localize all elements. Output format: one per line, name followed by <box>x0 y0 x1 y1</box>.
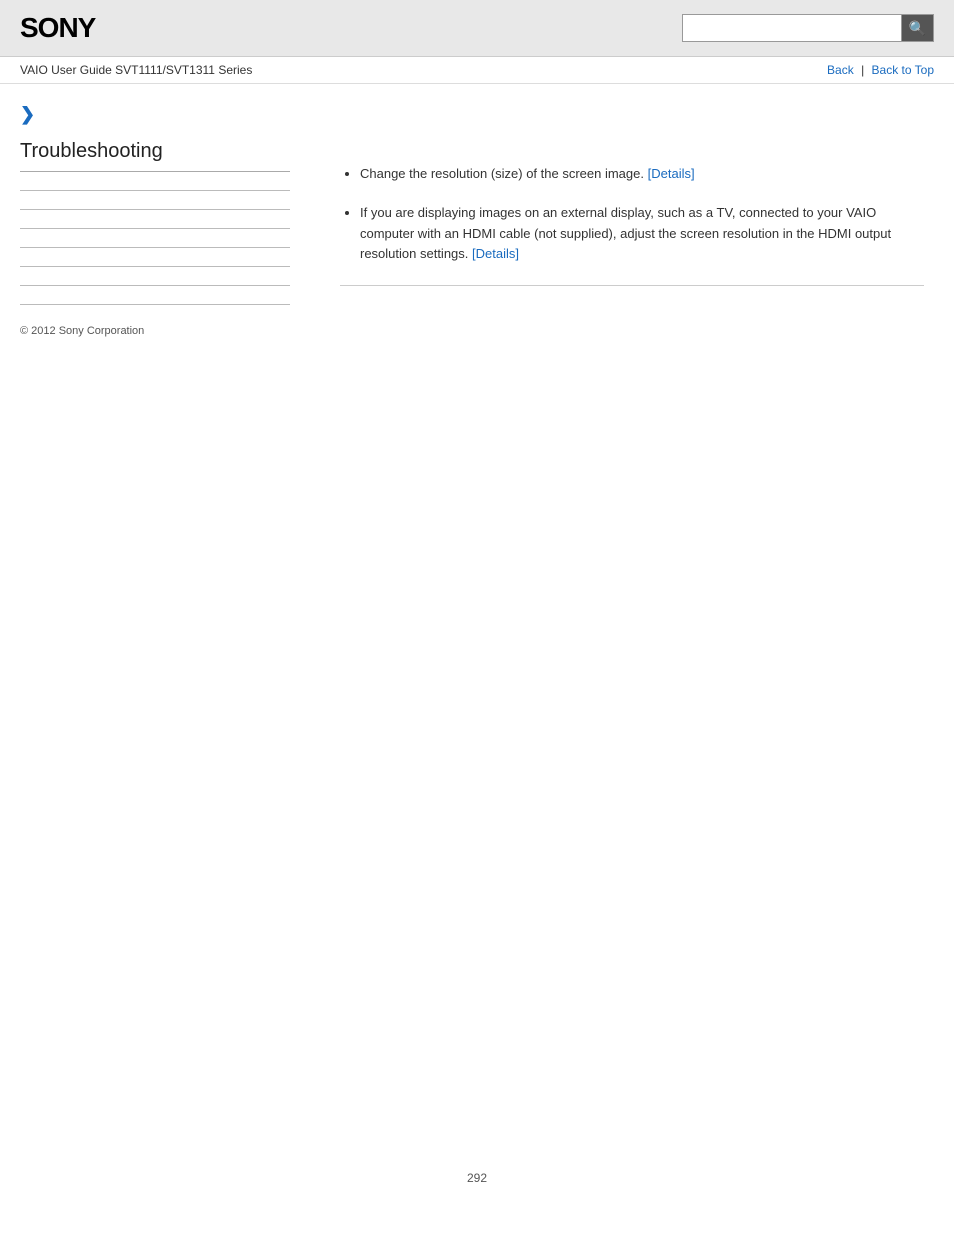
main-layout: ❯ Troubleshooting © 2012 Sony Corporatio… <box>0 84 954 357</box>
nav-bar: VAIO User Guide SVT1111/SVT1311 Series B… <box>0 57 954 84</box>
copyright-text: © 2012 Sony Corporation <box>20 325 290 337</box>
page-number: 292 <box>467 1171 487 1185</box>
page-header: SONY 🔍 <box>0 0 954 57</box>
search-button[interactable]: 🔍 <box>902 14 934 42</box>
guide-title: VAIO User Guide SVT1111/SVT1311 Series <box>20 63 252 77</box>
back-link[interactable]: Back <box>827 63 854 77</box>
sidebar-divider-6 <box>20 285 290 286</box>
sony-logo: SONY <box>20 12 95 44</box>
sidebar-title: Troubleshooting <box>20 140 290 172</box>
sidebar-divider-4 <box>20 247 290 248</box>
sidebar-divider-3 <box>20 228 290 229</box>
page-footer: 292 <box>0 1151 954 1205</box>
search-area: 🔍 <box>682 14 934 42</box>
sidebar-dividers <box>20 190 290 305</box>
list-item: If you are displaying images on an exter… <box>360 203 924 265</box>
search-icon: 🔍 <box>909 20 926 37</box>
content-divider <box>340 285 924 286</box>
nav-links: Back | Back to Top <box>827 63 934 77</box>
content-item-2-details-link[interactable]: [Details] <box>472 246 519 261</box>
content-item-2-text: If you are displaying images on an exter… <box>360 205 891 262</box>
sidebar-divider-7 <box>20 304 290 305</box>
content-list: Change the resolution (size) of the scre… <box>340 164 924 265</box>
content-item-1-text: Change the resolution (size) of the scre… <box>360 166 644 181</box>
sidebar: ❯ Troubleshooting © 2012 Sony Corporatio… <box>0 84 310 357</box>
content-item-1-details-link[interactable]: [Details] <box>648 166 695 181</box>
chevron-icon: ❯ <box>20 104 290 125</box>
back-to-top-link[interactable]: Back to Top <box>872 63 934 77</box>
sidebar-divider-2 <box>20 209 290 210</box>
nav-separator: | <box>861 63 867 77</box>
content-area: Change the resolution (size) of the scre… <box>310 84 954 357</box>
list-item: Change the resolution (size) of the scre… <box>360 164 924 185</box>
sidebar-divider-1 <box>20 190 290 191</box>
sidebar-divider-5 <box>20 266 290 267</box>
search-input[interactable] <box>682 14 902 42</box>
